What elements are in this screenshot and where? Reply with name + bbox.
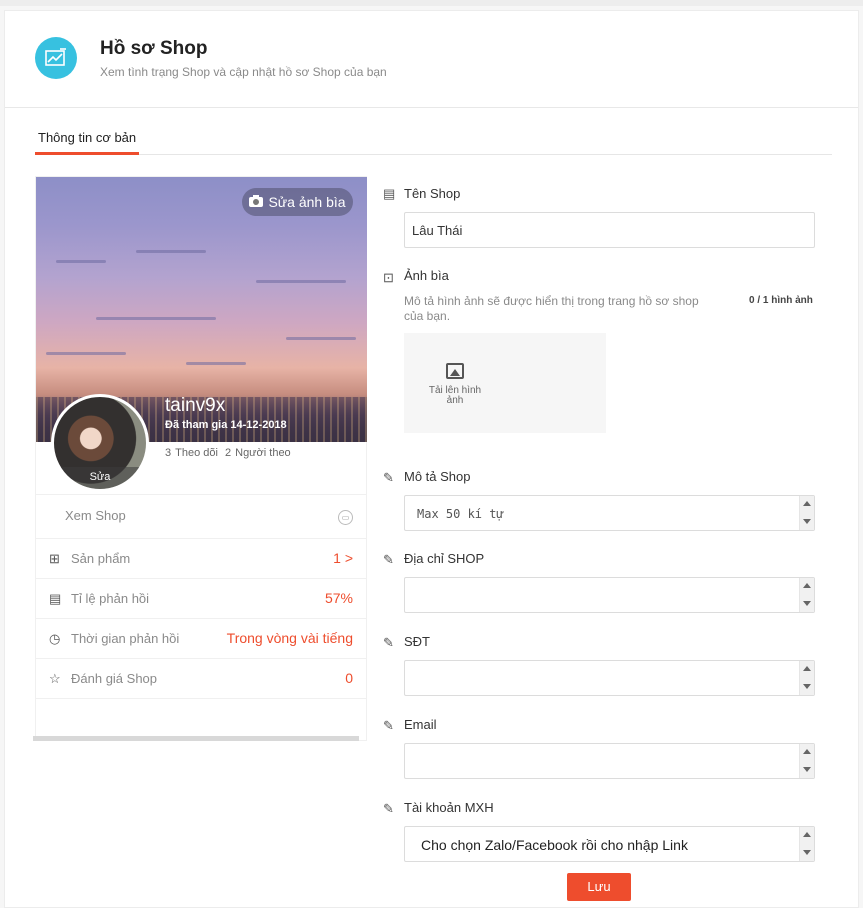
avatar[interactable]: Sửa (51, 394, 149, 492)
profile-card-shadow (33, 736, 359, 741)
textarea-scrollbar[interactable] (799, 744, 814, 778)
email-textarea[interactable] (404, 743, 815, 779)
description-textarea[interactable]: Max 50 kí tự (404, 495, 815, 531)
cover-cloud (46, 352, 126, 355)
address-label: Địa chỉ SHOP (404, 551, 485, 566)
social-label: Tài khoản MXH (404, 800, 494, 815)
cover-cloud (96, 317, 216, 320)
image-icon: ⊡ (383, 270, 394, 285)
stat-label: Thời gian phản hồi (71, 631, 180, 646)
stat-value: Trong vòng vài tiếng (226, 630, 353, 646)
stat-row-response-rate: ▤ Tỉ lệ phản hồi 57% (36, 578, 367, 618)
chat-icon: ▤ (49, 591, 62, 606)
page-title: Hồ sơ Shop (100, 38, 208, 59)
row-divider (36, 698, 367, 699)
camera-icon (249, 194, 264, 210)
textarea-scrollbar[interactable] (799, 827, 814, 861)
phone-textarea[interactable] (404, 660, 815, 696)
image-upload-icon (446, 363, 464, 379)
tab-basic-info[interactable]: Thông tin cơ bản (35, 129, 140, 155)
cover-description: Mô tả hình ảnh sẽ được hiển thị trong tr… (404, 294, 699, 323)
edit-cover-label: Sửa ảnh bìa (268, 194, 346, 210)
stat-row-products[interactable]: ⊞ Sản phẩm 1 > (36, 538, 367, 578)
phone-label: SĐT (404, 634, 430, 649)
followers-label: Người theo (235, 447, 291, 459)
star-icon: ☆ (49, 671, 61, 686)
shop-name: tainv9x (165, 395, 226, 416)
stat-row-response-time: ◷ Thời gian phản hồi Trong vòng vài tiến… (36, 618, 367, 658)
clock-icon: ◷ (49, 631, 61, 646)
email-label: Email (404, 717, 437, 732)
profile-preview: Sửa ảnh bìa Sửa tainv9x Đã tham gia 14-1… (35, 176, 367, 741)
cover-cloud (286, 337, 356, 340)
cover-count: 0 / 1 hình ảnh (749, 295, 813, 306)
upload-cover-button[interactable]: Tải lên hình ảnh (404, 333, 606, 433)
textarea-scrollbar[interactable] (799, 578, 814, 612)
save-button[interactable]: Lưu (567, 873, 631, 901)
store-icon: ▤ (383, 186, 396, 201)
view-shop-label: Xem Shop (65, 508, 126, 523)
cover-cloud (186, 362, 246, 365)
stat-value: 0 (345, 670, 353, 686)
stat-value: 57% (324, 590, 353, 606)
tab-bar: Thông tin cơ bản (35, 129, 832, 155)
shop-name-label: Tên Shop (404, 186, 461, 201)
stat-label: Sản phẩm (71, 551, 131, 566)
social-textarea[interactable]: Cho chọn Zalo/Facebook rồi cho nhập Link (404, 826, 815, 862)
edit-cover-button[interactable]: Sửa ảnh bìa (242, 188, 353, 216)
pencil-icon: ✎ (383, 635, 394, 650)
textarea-scrollbar[interactable] (799, 661, 814, 695)
cover-cloud (56, 260, 106, 263)
pencil-icon: ✎ (383, 552, 394, 567)
cover-cloud (136, 250, 206, 253)
join-date: Đã tham gia 14-12-2018 (165, 419, 287, 431)
follow-stats: 3 Theo dõi 2 Người theo (165, 447, 295, 459)
shop-name-input[interactable] (404, 212, 815, 248)
stat-row-rating: ☆ Đánh giá Shop 0 (36, 658, 367, 698)
avatar-edit-button[interactable]: Sửa (54, 467, 146, 489)
page-subtitle: Xem tình trạng Shop và cập nhật hồ sơ Sh… (100, 65, 387, 79)
gift-icon: ⊞ (49, 551, 60, 566)
cover-cloud (256, 280, 346, 283)
stat-label: Tỉ lệ phản hồi (71, 591, 150, 606)
followers-count: 2 (225, 447, 232, 459)
page-header: Hồ sơ Shop Xem tình trạng Shop và cập nh… (5, 11, 858, 108)
pencil-icon: ✎ (383, 470, 394, 485)
pencil-icon: ✎ (383, 718, 394, 733)
address-textarea[interactable] (404, 577, 815, 613)
textarea-scrollbar[interactable] (799, 496, 814, 530)
following-label: Theo dõi (175, 447, 218, 459)
description-label: Mô tả Shop (404, 469, 471, 484)
following-count: 3 (165, 447, 172, 459)
upload-label: Tải lên hình ảnh (428, 385, 482, 406)
top-strip (0, 0, 863, 6)
stat-label: Đánh giá Shop (71, 671, 158, 686)
cover-label: Ảnh bìa (404, 268, 449, 283)
description-placeholder: Max 50 kí tự (417, 507, 504, 521)
view-shop-row[interactable]: Xem Shop ▭ (36, 494, 367, 538)
chart-icon (35, 37, 77, 79)
social-value: Cho chọn Zalo/Facebook rồi cho nhập Link (421, 837, 688, 853)
stat-value: 1 > (333, 550, 353, 566)
pencil-icon: ✎ (383, 801, 394, 816)
monitor-icon: ▭ (338, 510, 353, 525)
